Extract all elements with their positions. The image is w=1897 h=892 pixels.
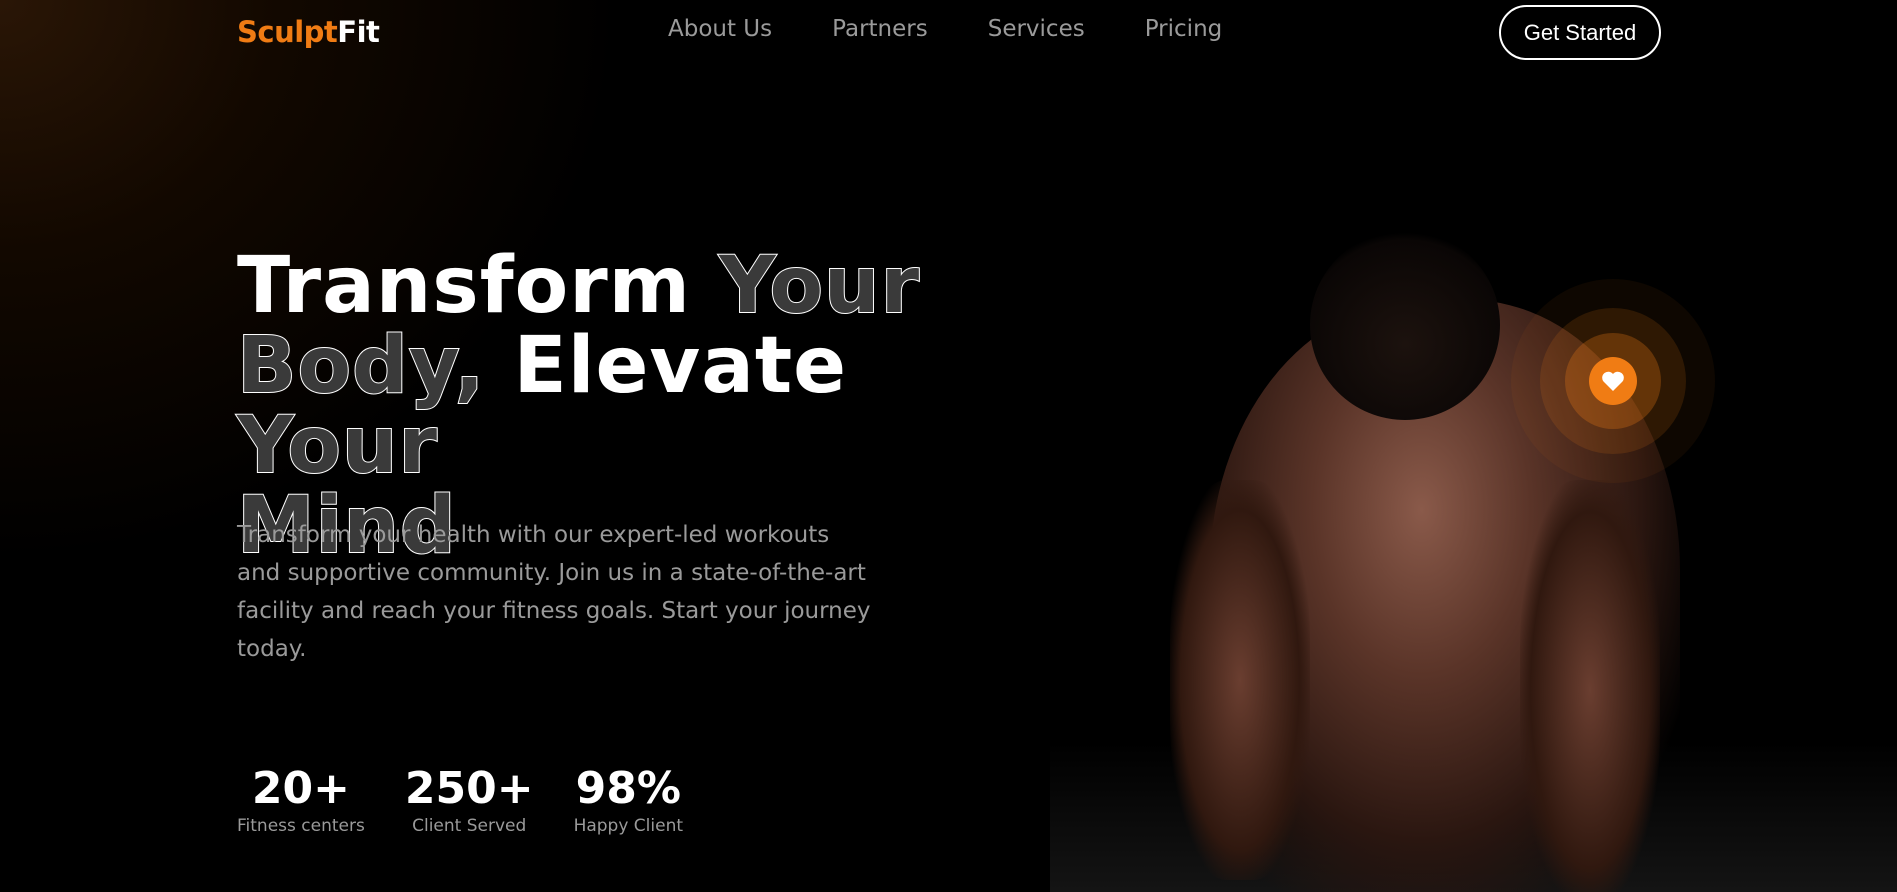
stat-value: 98%: [575, 763, 681, 814]
get-started-button[interactable]: Get Started: [1499, 5, 1661, 60]
stat-value: 20+: [251, 763, 350, 814]
stat-clients-served: 250+ Client Served: [405, 762, 534, 836]
hero-athlete-photo: [1050, 220, 1897, 892]
stats: 20+ Fitness centers 250+ Client Served 98%…: [237, 762, 683, 836]
nav-partners[interactable]: Partners: [832, 16, 928, 42]
title-word: Transform: [237, 241, 691, 331]
stat-label: Fitness centers: [237, 816, 365, 836]
title-word-outlined: Your: [236, 401, 438, 491]
landing-page: SculptFit About Us Partners Services Pri…: [0, 0, 1897, 892]
stat-label: Happy Client: [573, 816, 684, 836]
nav-services[interactable]: Services: [988, 16, 1085, 42]
site-header: SculptFit About Us Partners Services Pri…: [0, 0, 1897, 64]
nav-pricing[interactable]: Pricing: [1145, 16, 1223, 42]
stat-fitness-centers: 20+ Fitness centers: [237, 762, 365, 836]
nav-about-us[interactable]: About Us: [668, 16, 772, 42]
stat-label: Client Served: [412, 816, 527, 836]
heart-icon: [1589, 357, 1637, 405]
title-word: Elevate: [513, 321, 848, 411]
stat-happy-client: 98% Happy Client: [574, 762, 683, 836]
hero-description: Transform your health with our expert-le…: [237, 522, 871, 662]
logo[interactable]: SculptFit: [237, 15, 380, 49]
title-word-outlined: Your: [718, 241, 921, 331]
title-word-outlined: Body,: [236, 321, 486, 411]
main-nav: About Us Partners Services Pricing: [668, 16, 1222, 42]
stat-value: 250+: [404, 763, 534, 814]
